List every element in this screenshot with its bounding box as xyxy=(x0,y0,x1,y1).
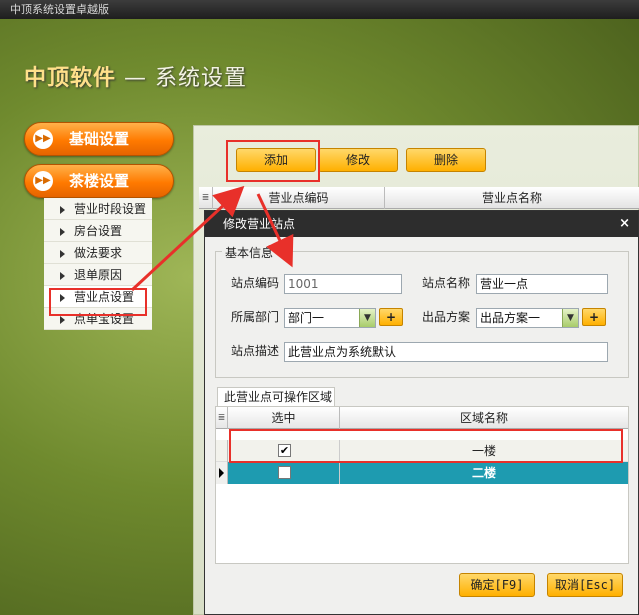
annotation-arrow-to-dialog xyxy=(256,193,294,268)
annotation-arrows xyxy=(130,185,294,292)
annotation-arrow-to-add xyxy=(130,185,245,292)
